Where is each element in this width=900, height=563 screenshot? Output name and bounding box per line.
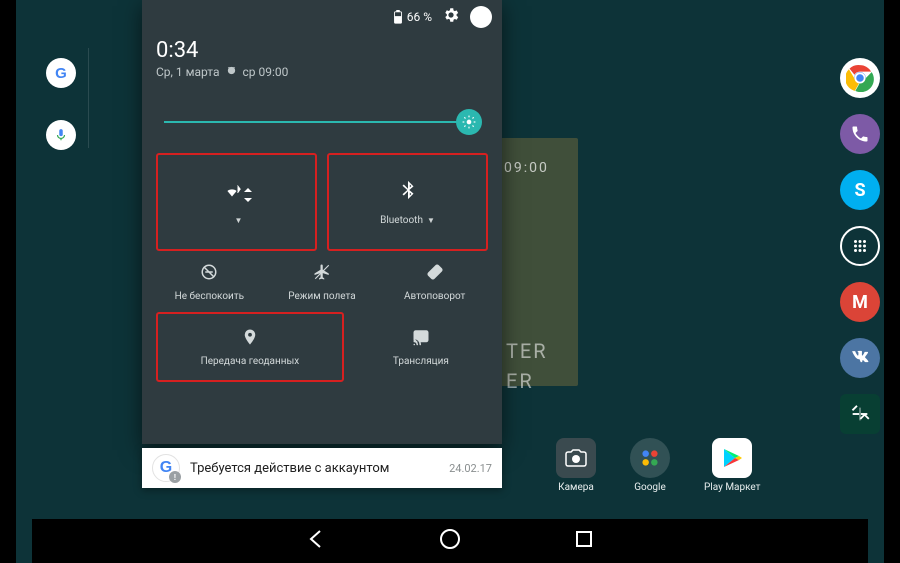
status-bar: 66 % [142,0,502,34]
notification-date: 24.02.17 [449,462,492,475]
airplane-tile[interactable]: Режим полета [269,263,376,302]
panel-alarm-time: ср 09:00 [243,65,289,79]
google-search-icon[interactable]: G [46,58,76,88]
google-folder[interactable]: Google [630,438,670,493]
airplane-icon [313,263,331,285]
panel-clock: 0:34 [156,38,488,63]
alarm-icon [226,65,237,79]
battery-status: 66 % [393,10,432,24]
brightness-knob-icon[interactable] [456,109,482,135]
play-store-app[interactable]: Play Маркет [704,438,761,493]
app-drawer-icon[interactable] [840,226,880,266]
google-notif-icon: G! [152,454,180,482]
notification-title: Требуется действие с аккаунтом [190,461,389,476]
autorotate-icon [426,263,444,285]
dnd-icon [200,263,218,285]
wifi-icon [221,180,253,206]
location-tile[interactable]: Передача геоданных [156,312,344,382]
right-dock: S M [840,58,880,434]
gmail-icon[interactable]: M [840,282,880,322]
user-avatar-icon[interactable] [470,6,492,28]
chrome-icon[interactable] [840,58,880,98]
autorotate-tile[interactable]: Автоповорот [381,263,488,302]
recents-button[interactable] [572,527,596,555]
skype-icon[interactable]: S [840,170,880,210]
bluetooth-tile[interactable]: Bluetooth ▼ [327,153,488,251]
left-dock: G [46,58,76,150]
cast-tile[interactable]: Трансляция [354,312,488,382]
warning-badge-icon: ! [169,471,181,483]
tablet-frame: 4 09:00 TER ER G S M [16,0,884,563]
home-alarm: 09:00 [504,160,549,176]
location-icon [241,328,259,350]
vk-icon[interactable] [840,338,880,378]
home-app-row: Камера Google Play Маркет [556,438,761,493]
calc-icon[interactable] [840,394,880,434]
cast-icon [412,328,430,350]
left-dock-separator [88,48,89,148]
voice-search-icon[interactable] [46,120,76,150]
panel-header: 0:34 Ср, 1 марта ср 09:00 [142,34,502,87]
camera-app[interactable]: Камера [556,438,596,493]
brightness-slider[interactable] [164,97,468,141]
bluetooth-icon [397,179,419,205]
panel-date: Ср, 1 марта [156,65,220,79]
notification-card[interactable]: G! Требуется действие с аккаунтом 24.02.… [142,448,502,488]
back-button[interactable] [304,527,328,555]
wifi-tile[interactable]: ▼ [156,153,317,251]
settings-gear-icon[interactable] [442,6,460,28]
home-widget-text: TER ER [506,336,548,396]
viber-icon[interactable] [840,114,880,154]
navigation-bar [32,519,868,563]
quick-settings-panel: 66 % 0:34 Ср, 1 марта ср 09:00 [142,0,502,444]
dnd-tile[interactable]: Не беспокоить [156,263,263,302]
home-button[interactable] [438,527,462,555]
